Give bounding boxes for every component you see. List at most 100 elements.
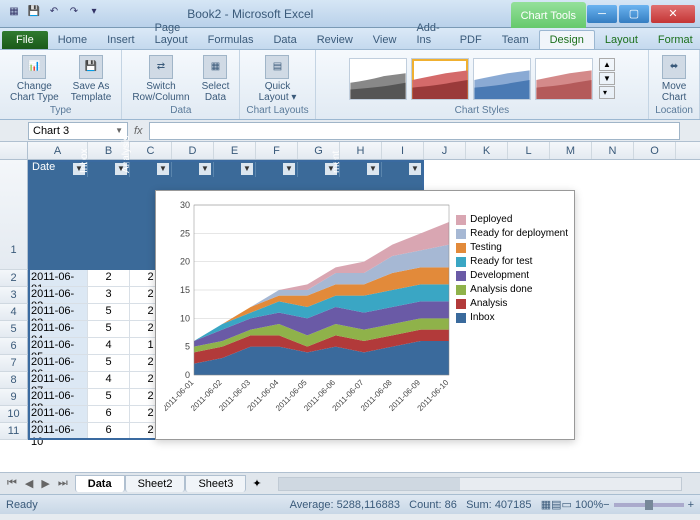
tab-design[interactable]: Design [539, 30, 595, 49]
cell[interactable]: 2011-06-04 [28, 321, 88, 338]
row-header[interactable]: 1 [0, 160, 28, 270]
cell[interactable]: 2011-06-02 [28, 287, 88, 304]
minimize-button[interactable]: ─ [587, 5, 617, 23]
cell[interactable]: 5 [88, 389, 130, 406]
chart-style-4[interactable] [535, 58, 593, 100]
cell[interactable]: 2011-06-09 [28, 406, 88, 423]
cell[interactable]: 2011-06-01 [28, 270, 88, 287]
header-col[interactable]: ▼ [172, 160, 214, 177]
col-header[interactable]: E [214, 142, 256, 159]
maximize-button[interactable]: ▢ [619, 5, 649, 23]
row-header[interactable]: 3 [0, 287, 28, 304]
undo-icon[interactable]: ↶ [46, 3, 62, 19]
row-header[interactable]: 10 [0, 406, 28, 423]
embedded-chart[interactable]: 0510152025302011-06-012011-06-022011-06-… [155, 190, 575, 440]
row-header[interactable]: 4 [0, 304, 28, 321]
filter-dropdown-icon[interactable]: ▼ [367, 163, 379, 175]
view-page-break-icon[interactable]: ▭ [562, 498, 572, 511]
legend-item[interactable]: Deployed [456, 214, 568, 225]
zoom-out-icon[interactable]: − [603, 499, 609, 511]
sheet-nav-first-icon[interactable]: ⏮ [4, 477, 20, 490]
chart-legend[interactable]: DeployedReady for deploymentTestingReady… [456, 211, 568, 326]
move-chart-button[interactable]: ⬌Move Chart [658, 53, 690, 105]
cell[interactable]: 5 [88, 321, 130, 338]
cell[interactable]: 4 [88, 372, 130, 389]
legend-item[interactable]: Testing [456, 242, 568, 253]
header-col[interactable]: ▼ [382, 160, 424, 177]
view-page-layout-icon[interactable]: ▤ [551, 498, 561, 511]
row-header[interactable]: 8 [0, 372, 28, 389]
qat-dropdown-icon[interactable]: ▾ [86, 3, 102, 19]
header-col[interactable]: ment▼ [340, 160, 382, 177]
cell[interactable]: 2011-06-05 [28, 338, 88, 355]
cell[interactable]: 4 [88, 338, 130, 355]
sheet-tab-sheet2[interactable]: Sheet2 [125, 475, 186, 492]
chart-style-3[interactable] [473, 58, 531, 100]
tab-formulas[interactable]: Formulas [198, 31, 264, 49]
tab-view[interactable]: View [363, 31, 407, 49]
row-header[interactable]: 2 [0, 270, 28, 287]
tab-format[interactable]: Format [648, 31, 700, 49]
cell[interactable]: 2011-06-06 [28, 355, 88, 372]
legend-item[interactable]: Analysis [456, 298, 568, 309]
styles-more[interactable]: ▾ [599, 86, 615, 99]
col-header[interactable]: L [508, 142, 550, 159]
close-button[interactable]: ✕ [651, 5, 695, 23]
legend-item[interactable]: Development [456, 270, 568, 281]
col-header[interactable]: J [424, 142, 466, 159]
tab-home[interactable]: Home [48, 31, 97, 49]
zoom-in-icon[interactable]: + [688, 499, 694, 511]
sheet-tab-data[interactable]: Data [75, 475, 125, 492]
filter-dropdown-icon[interactable]: ▼ [241, 163, 253, 175]
filter-dropdown-icon[interactable]: ▼ [283, 163, 295, 175]
row-header[interactable]: 9 [0, 389, 28, 406]
cell[interactable]: 3 [88, 287, 130, 304]
tab-review[interactable]: Review [307, 31, 363, 49]
cell[interactable]: 6 [88, 423, 130, 440]
save-template-button[interactable]: 💾Save As Template [67, 53, 116, 105]
redo-icon[interactable]: ↷ [66, 3, 82, 19]
cell[interactable]: 2011-06-08 [28, 389, 88, 406]
filter-dropdown-icon[interactable]: ▼ [199, 163, 211, 175]
filter-dropdown-icon[interactable]: ▼ [409, 163, 421, 175]
chart-plot-area[interactable]: 0510152025302011-06-012011-06-022011-06-… [164, 195, 454, 435]
cell[interactable]: 2011-06-03 [28, 304, 88, 321]
tab-layout[interactable]: Layout [595, 31, 648, 49]
cell[interactable]: 5 [88, 304, 130, 321]
legend-item[interactable]: Ready for test [456, 256, 568, 267]
sheet-nav-next-icon[interactable]: ▶ [38, 477, 52, 490]
quick-layout-button[interactable]: ▤Quick Layout ▾ [255, 53, 301, 105]
fx-icon[interactable]: fx [134, 125, 143, 137]
new-sheet-button[interactable]: ✦ [246, 477, 267, 490]
chart-style-1[interactable] [349, 58, 407, 100]
save-icon[interactable]: 💾 [26, 3, 42, 19]
cell[interactable]: 6 [88, 406, 130, 423]
tab-file[interactable]: File [2, 31, 48, 49]
col-header[interactable]: H [340, 142, 382, 159]
tab-team[interactable]: Team [492, 31, 539, 49]
styles-scroll-down[interactable]: ▼ [599, 72, 615, 85]
name-box[interactable]: Chart 3▼ [28, 122, 128, 140]
row-header[interactable]: 11 [0, 423, 28, 440]
filter-dropdown-icon[interactable]: ▼ [157, 163, 169, 175]
header-col[interactable]: ▼ [256, 160, 298, 177]
row-header[interactable]: 5 [0, 321, 28, 338]
tab-pdf[interactable]: PDF [450, 31, 492, 49]
cell[interactable]: 2 [88, 270, 130, 287]
col-header[interactable]: K [466, 142, 508, 159]
worksheet-area[interactable]: A B C D E F G H I J K L M N O 1 23456789… [0, 142, 700, 472]
sheet-nav-last-icon[interactable]: ⏭ [55, 477, 71, 490]
styles-scroll-up[interactable]: ▲ [599, 58, 615, 71]
legend-item[interactable]: Inbox [456, 312, 568, 323]
sheet-tab-sheet3[interactable]: Sheet3 [185, 475, 246, 492]
zoom-slider[interactable]: − + [603, 499, 694, 511]
col-header[interactable]: N [592, 142, 634, 159]
sheet-nav-prev-icon[interactable]: ◀ [22, 477, 36, 490]
chart-styles-gallery[interactable]: ▲▼▾ [349, 52, 615, 105]
row-header[interactable]: 6 [0, 338, 28, 355]
col-header[interactable]: M [550, 142, 592, 159]
col-header[interactable]: O [634, 142, 676, 159]
legend-item[interactable]: Analysis done [456, 284, 568, 295]
select-all-corner[interactable] [0, 142, 28, 159]
tab-addins[interactable]: Add-Ins [406, 19, 449, 49]
